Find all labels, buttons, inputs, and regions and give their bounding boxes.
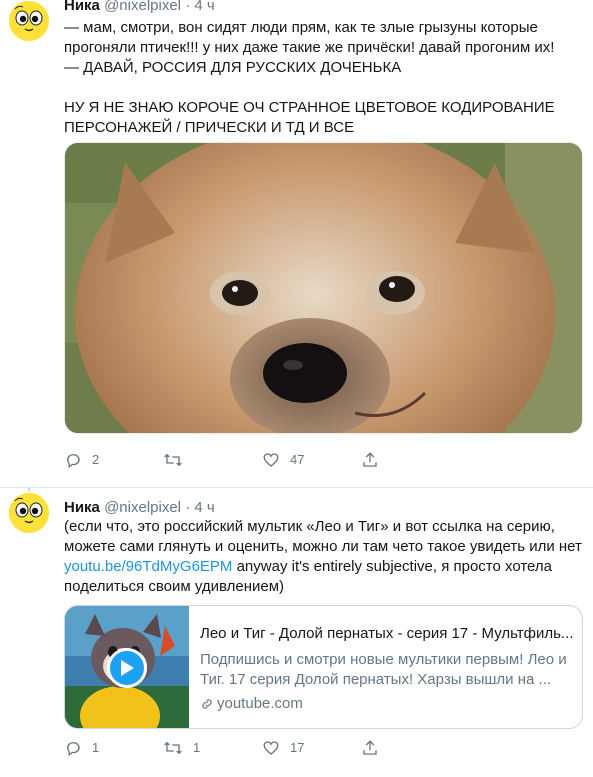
tweet-1[interactable]: Ника @nixelpixel · 4 ч — мам, смотри, во… [0,0,593,488]
reply-count: 2 [92,452,100,467]
play-icon[interactable] [107,648,147,688]
separator-dot: · [185,499,191,516]
share-button[interactable] [361,450,379,470]
share-icon [363,740,377,755]
tweet-text-line: — ДАВАЙ, РОССИЯ ДЛЯ РУССКИХ ДОЧЕНЬКА [64,59,402,76]
tweet-photo[interactable] [64,142,583,434]
tweet-time[interactable]: 4 ч [194,0,214,14]
thread-line [28,487,30,491]
retweet-icon [164,741,182,755]
tweet-actions: 2 47 [64,450,584,470]
share-button[interactable] [361,738,379,758]
retweet-icon [164,453,182,467]
author-name[interactable]: Ника [64,0,100,14]
play-triangle-icon [121,660,134,676]
author-handle[interactable]: @nixelpixel [104,499,181,516]
tweet-text-line: поделиться своим удивлением) [64,578,285,595]
reply-icon [67,742,80,757]
card-domain-text: youtube.com [217,695,303,712]
tweet-text-line: ПЕРСОНАЖЕЙ / ПРИЧЕСКИ И ТД И ВСЕ [64,119,355,136]
avatar[interactable] [9,493,49,533]
tweet-time[interactable]: 4 ч [194,499,214,516]
like-button[interactable]: 17 [262,738,304,758]
reply-button[interactable]: 1 [64,738,99,758]
tweet-header: Ника @nixelpixel · 4 ч [64,0,215,15]
tweet-text-line: НУ Я НЕ ЗНАЮ КОРОЧЕ ОЧ СТРАННОЕ ЦВЕТОВОЕ… [64,99,555,116]
author-handle[interactable]: @nixelpixel [104,0,181,14]
tweet-text-line: (если что, это российский мультик «Лео и… [64,518,555,535]
card-description: Подпишись и смотри новые мультики первым… [200,651,567,688]
tweet-text-line: можете сами глянуть и оценить, можно ли … [64,538,582,555]
youtube-link[interactable]: youtu.be/96TdMyG6EPM [64,558,232,575]
retweet-button[interactable]: 1 [163,738,200,758]
share-icon [363,452,377,467]
retweet-count: 1 [193,740,201,755]
link-icon [202,699,212,709]
separator-dot: · [185,0,191,14]
card-body: Лео и Тиг - Долой пернатых - серия 17 - … [200,624,576,714]
like-count: 47 [290,452,305,467]
reply-count: 1 [92,740,100,755]
card-title: Лео и Тиг - Долой пернатых - серия 17 - … [200,625,574,642]
avatar[interactable] [9,1,49,41]
tweet-text-line: youtu.be/96TdMyG6EPM anyway it's entirel… [64,557,584,577]
card-thumbnail [65,606,189,728]
tweet-text-line: — мам, смотри, вон сидят люди прям, как … [64,19,538,36]
tweet-text: (если что, это российский мультик «Лео и… [64,517,584,597]
heart-icon [263,741,279,755]
yellow-emoji-face-icon [9,493,49,533]
reply-button[interactable]: 2 [64,450,99,470]
retweet-button[interactable] [163,450,193,470]
puppy-photo [65,143,582,433]
tweet-actions: 1 1 17 [64,738,584,758]
card-domain: youtube.com [200,694,576,714]
tweet-text: — мам, смотри, вон сидят люди прям, как … [64,18,584,138]
author-name[interactable]: Ника [64,499,100,516]
tweet-text-line: прогоняли птичек!!! у них даже такие же … [64,39,555,56]
like-button[interactable]: 47 [262,450,304,470]
heart-icon [263,453,279,467]
tweet-text-fragment: anyway it's entirely subjective, я прост… [232,558,552,575]
tweet-2[interactable]: Ника @nixelpixel · 4 ч (если что, это ро… [0,487,593,777]
like-count: 17 [290,740,305,755]
yellow-emoji-face-icon [9,1,49,41]
reply-icon [67,454,80,469]
link-preview-card[interactable]: Лео и Тиг - Долой пернатых - серия 17 - … [64,605,583,729]
tweet-header: Ника @nixelpixel · 4 ч [64,498,215,517]
